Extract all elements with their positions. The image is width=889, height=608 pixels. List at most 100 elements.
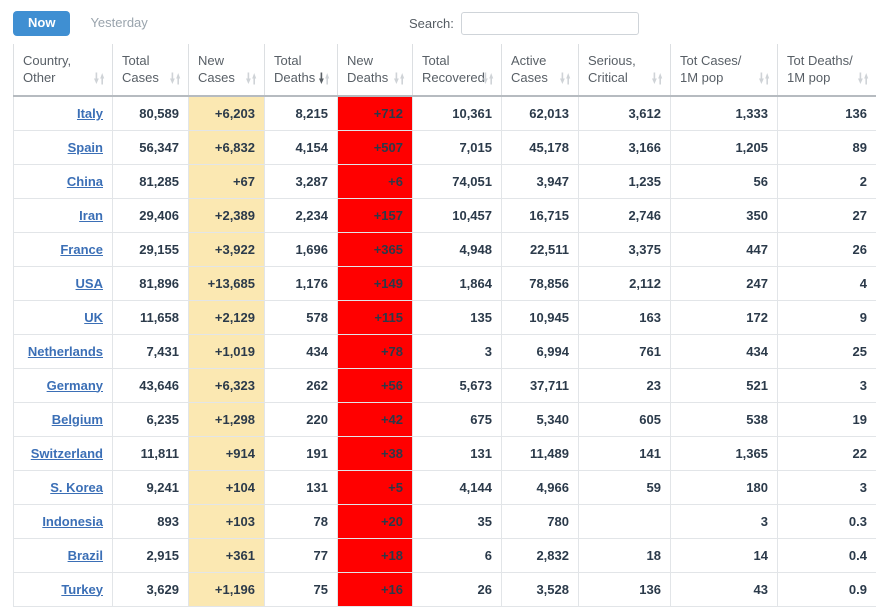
column-header-1[interactable]: TotalCases (113, 44, 189, 96)
total-cases-cell: 7,431 (113, 334, 189, 368)
country-link[interactable]: Italy (77, 106, 103, 121)
table-row: UK11,658+2,129578+11513510,9451631729 (14, 300, 877, 334)
country-link[interactable]: France (60, 242, 103, 257)
serious-critical-cell: 3,166 (579, 130, 671, 164)
total-deaths-cell: 191 (265, 436, 338, 470)
column-header-7[interactable]: Serious,Critical (579, 44, 671, 96)
cases-per-1m-cell: 172 (671, 300, 778, 334)
deaths-per-1m-cell: 9 (778, 300, 877, 334)
column-header-8[interactable]: Tot Cases/1M pop (671, 44, 778, 96)
sort-icon[interactable] (858, 72, 869, 85)
column-header-line1: Total (422, 53, 449, 68)
active-cases-cell: 22,511 (502, 232, 579, 266)
sort-icon[interactable] (759, 72, 770, 85)
column-header-line2: Deaths (347, 70, 388, 85)
table-container[interactable]: Country,OtherTotalCasesNewCasesTotalDeat… (13, 44, 876, 608)
total-recovered-cell: 3 (413, 334, 502, 368)
new-cases-cell: +1,019 (189, 334, 265, 368)
deaths-per-1m-cell: 2 (778, 164, 877, 198)
country-link[interactable]: Belgium (52, 412, 103, 427)
total-cases-cell: 56,347 (113, 130, 189, 164)
now-button[interactable]: Now (13, 11, 70, 36)
cases-per-1m-cell: 3 (671, 504, 778, 538)
active-cases-cell: 3,947 (502, 164, 579, 198)
active-cases-cell: 780 (502, 504, 579, 538)
yesterday-button[interactable]: Yesterday (78, 11, 159, 36)
country-cell: UK (14, 300, 113, 334)
column-header-3[interactable]: TotalDeaths (265, 44, 338, 96)
column-header-0[interactable]: Country,Other (14, 44, 113, 96)
column-header-label: Serious,Critical (588, 52, 661, 86)
column-header-9[interactable]: Tot Deaths/1M pop (778, 44, 877, 96)
column-header-line2: 1M pop (680, 70, 723, 85)
country-link[interactable]: Spain (68, 140, 103, 155)
country-link[interactable]: Germany (47, 378, 103, 393)
column-header-4[interactable]: NewDeaths (338, 44, 413, 96)
total-cases-cell: 11,811 (113, 436, 189, 470)
serious-critical-cell: 1,235 (579, 164, 671, 198)
sort-icon[interactable] (652, 72, 663, 85)
total-deaths-cell: 220 (265, 402, 338, 436)
column-header-line1: Tot Deaths/ (787, 53, 853, 68)
new-deaths-cell: +712 (338, 96, 413, 130)
country-link[interactable]: Iran (79, 208, 103, 223)
new-deaths-cell: +42 (338, 402, 413, 436)
country-link[interactable]: Netherlands (28, 344, 103, 359)
new-cases-cell: +1,196 (189, 572, 265, 606)
country-link[interactable]: S. Korea (50, 480, 103, 495)
column-header-5[interactable]: TotalRecovered (413, 44, 502, 96)
active-cases-cell: 3,528 (502, 572, 579, 606)
total-cases-cell: 9,241 (113, 470, 189, 504)
column-header-line1: Total (122, 53, 149, 68)
column-header-2[interactable]: NewCases (189, 44, 265, 96)
new-cases-cell: +361 (189, 538, 265, 572)
deaths-per-1m-cell: 19 (778, 402, 877, 436)
country-link[interactable]: UK (84, 310, 103, 325)
sort-icon[interactable] (246, 72, 257, 85)
country-link[interactable]: China (67, 174, 103, 189)
new-deaths-cell: +5 (338, 470, 413, 504)
column-header-6[interactable]: ActiveCases (502, 44, 579, 96)
new-deaths-cell: +507 (338, 130, 413, 164)
table-row: Italy80,589+6,2038,215+71210,36162,0133,… (14, 96, 877, 130)
country-link[interactable]: Indonesia (42, 514, 103, 529)
table-row: Netherlands7,431+1,019434+7836,994761434… (14, 334, 877, 368)
new-cases-cell: +1,298 (189, 402, 265, 436)
country-link[interactable]: Turkey (61, 582, 103, 597)
total-cases-cell: 81,285 (113, 164, 189, 198)
country-link[interactable]: USA (76, 276, 103, 291)
total-cases-cell: 893 (113, 504, 189, 538)
covid-data-table: Country,OtherTotalCasesNewCasesTotalDeat… (13, 44, 876, 607)
total-recovered-cell: 675 (413, 402, 502, 436)
serious-critical-cell: 605 (579, 402, 671, 436)
new-deaths-cell: +38 (338, 436, 413, 470)
sort-icon[interactable] (170, 72, 181, 85)
total-deaths-cell: 1,696 (265, 232, 338, 266)
new-cases-cell: +3,922 (189, 232, 265, 266)
country-link[interactable]: Brazil (68, 548, 103, 563)
serious-critical-cell: 761 (579, 334, 671, 368)
new-deaths-cell: +78 (338, 334, 413, 368)
sort-icon[interactable] (319, 72, 330, 85)
table-row: France29,155+3,9221,696+3654,94822,5113,… (14, 232, 877, 266)
total-recovered-cell: 10,361 (413, 96, 502, 130)
total-recovered-cell: 7,015 (413, 130, 502, 164)
total-cases-cell: 29,406 (113, 198, 189, 232)
deaths-per-1m-cell: 22 (778, 436, 877, 470)
table-row: Spain56,347+6,8324,154+5077,01545,1783,1… (14, 130, 877, 164)
total-recovered-cell: 135 (413, 300, 502, 334)
sort-icon[interactable] (394, 72, 405, 85)
covid-stats-page: Now Yesterday Search: Country,OtherTotal… (0, 0, 889, 608)
sort-icon[interactable] (560, 72, 571, 85)
total-deaths-cell: 1,176 (265, 266, 338, 300)
table-row: USA81,896+13,6851,176+1491,86478,8562,11… (14, 266, 877, 300)
sort-icon[interactable] (94, 72, 105, 85)
country-link[interactable]: Switzerland (31, 446, 103, 461)
cases-per-1m-cell: 180 (671, 470, 778, 504)
column-header-line1: Serious, (588, 53, 636, 68)
column-header-label: TotalRecovered (422, 52, 492, 86)
serious-critical-cell: 2,746 (579, 198, 671, 232)
column-header-line2: 1M pop (787, 70, 830, 85)
search-input[interactable] (461, 12, 639, 35)
sort-icon[interactable] (483, 72, 494, 85)
